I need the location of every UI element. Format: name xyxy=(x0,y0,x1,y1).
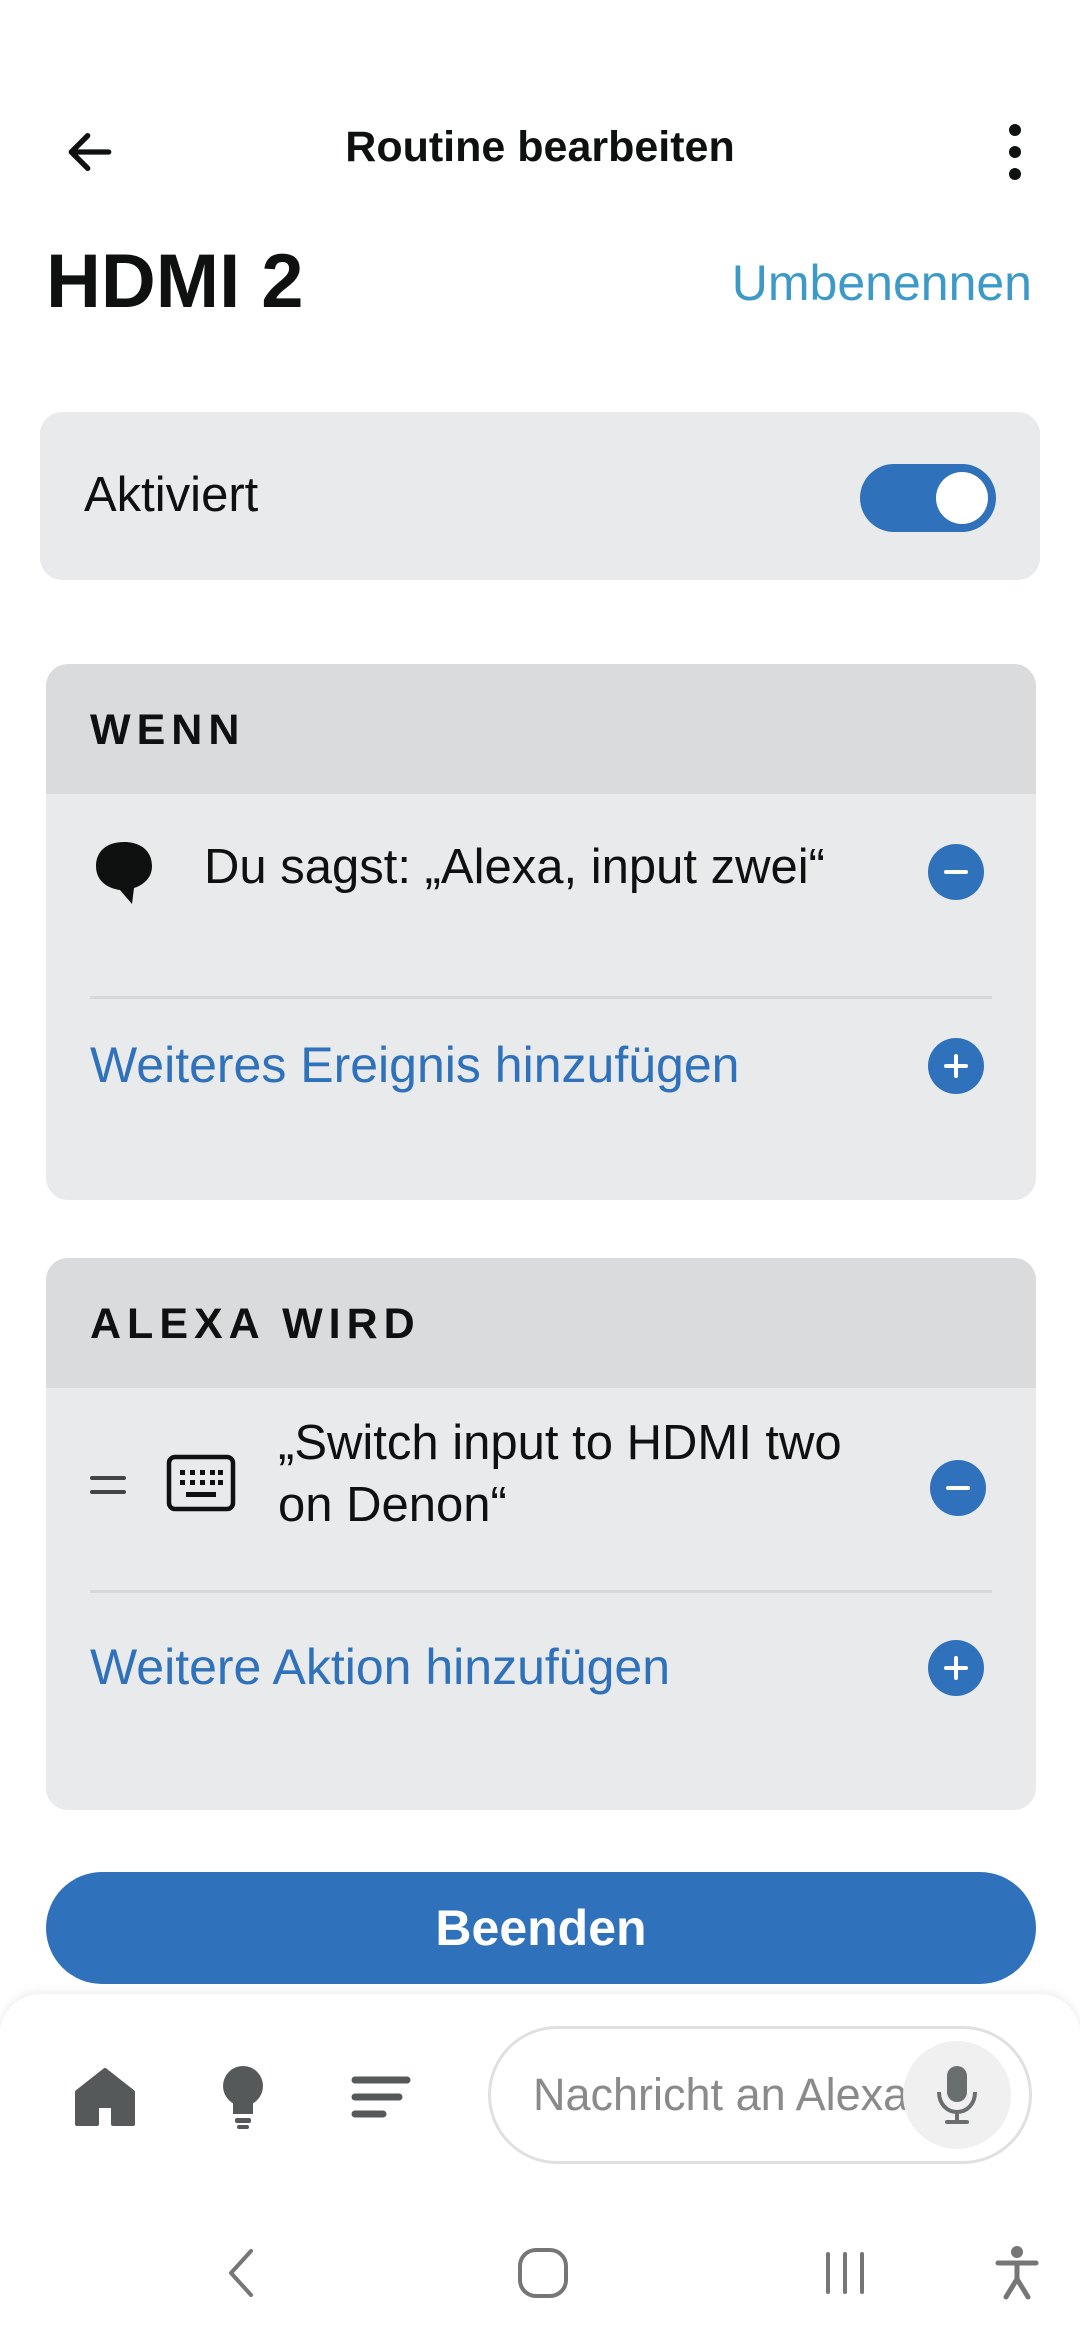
microphone-button[interactable] xyxy=(903,2041,1011,2149)
more-options-button[interactable] xyxy=(980,110,1050,194)
drag-handle-icon[interactable] xyxy=(88,1470,128,1500)
enabled-label: Aktiviert xyxy=(84,468,259,522)
add-event-button[interactable] xyxy=(928,1038,984,1094)
home-circle-icon[interactable] xyxy=(498,2228,588,2318)
enabled-toggle[interactable] xyxy=(860,464,996,532)
page-title: Routine bearbeiten xyxy=(345,123,735,171)
plus-icon xyxy=(944,1054,968,1078)
minus-icon xyxy=(944,870,968,874)
chat-input[interactable]: Nachricht an Alexa xyxy=(488,2026,1032,2164)
recents-icon[interactable] xyxy=(800,2228,890,2318)
bottom-bar: Nachricht an Alexa xyxy=(0,1994,1080,2204)
speech-bubble-icon xyxy=(92,838,156,904)
remove-trigger-button[interactable] xyxy=(928,844,984,900)
routine-name: HDMI 2 xyxy=(46,239,304,324)
remove-action-button[interactable] xyxy=(930,1460,986,1516)
enabled-card: Aktiviert xyxy=(40,412,1040,580)
microphone-icon xyxy=(937,2066,977,2124)
when-section-heading: WENN xyxy=(90,706,246,754)
back-icon[interactable] xyxy=(196,2228,286,2318)
add-action-link[interactable]: Weitere Aktion hinzufügen xyxy=(90,1632,670,1702)
action-text-line1: „Switch input to HDMI two xyxy=(278,1416,842,1470)
action-section: ALEXA WIRD „Switch input to HDMI two on … xyxy=(46,1258,1036,1810)
chat-placeholder: Nachricht an Alexa xyxy=(533,2069,909,2120)
add-action-button[interactable] xyxy=(928,1640,984,1696)
divider xyxy=(90,1590,992,1593)
keyboard-icon xyxy=(166,1454,236,1514)
lightbulb-icon[interactable] xyxy=(198,2052,288,2142)
action-text-line2: on Denon“ xyxy=(278,1478,507,1532)
menu-lines-icon[interactable] xyxy=(336,2052,426,2142)
divider xyxy=(90,996,992,999)
trigger-text[interactable]: Du sagst: „Alexa, input zwei“ xyxy=(204,836,825,898)
toggle-knob xyxy=(936,472,988,524)
add-event-link[interactable]: Weiteres Ereignis hinzufügen xyxy=(90,1030,739,1100)
minus-icon xyxy=(946,1486,970,1490)
home-icon[interactable] xyxy=(60,2052,150,2142)
when-section: WENN Du sagst: „Alexa, input zwei“ Weite… xyxy=(46,664,1036,1200)
more-vertical-icon xyxy=(1009,124,1021,180)
action-section-header: ALEXA WIRD xyxy=(46,1258,1036,1388)
rename-link[interactable]: Umbenennen xyxy=(732,248,1032,318)
system-navigation xyxy=(0,2204,1080,2340)
accessibility-icon[interactable] xyxy=(972,2228,1062,2318)
finish-button-label: Beenden xyxy=(435,1900,647,1956)
plus-icon xyxy=(944,1656,968,1680)
action-text[interactable]: „Switch input to HDMI two on Denon“ xyxy=(278,1412,938,1536)
action-section-heading: ALEXA WIRD xyxy=(90,1300,421,1348)
when-section-header: WENN xyxy=(46,664,1036,794)
finish-button[interactable]: Beenden xyxy=(46,1872,1036,1984)
